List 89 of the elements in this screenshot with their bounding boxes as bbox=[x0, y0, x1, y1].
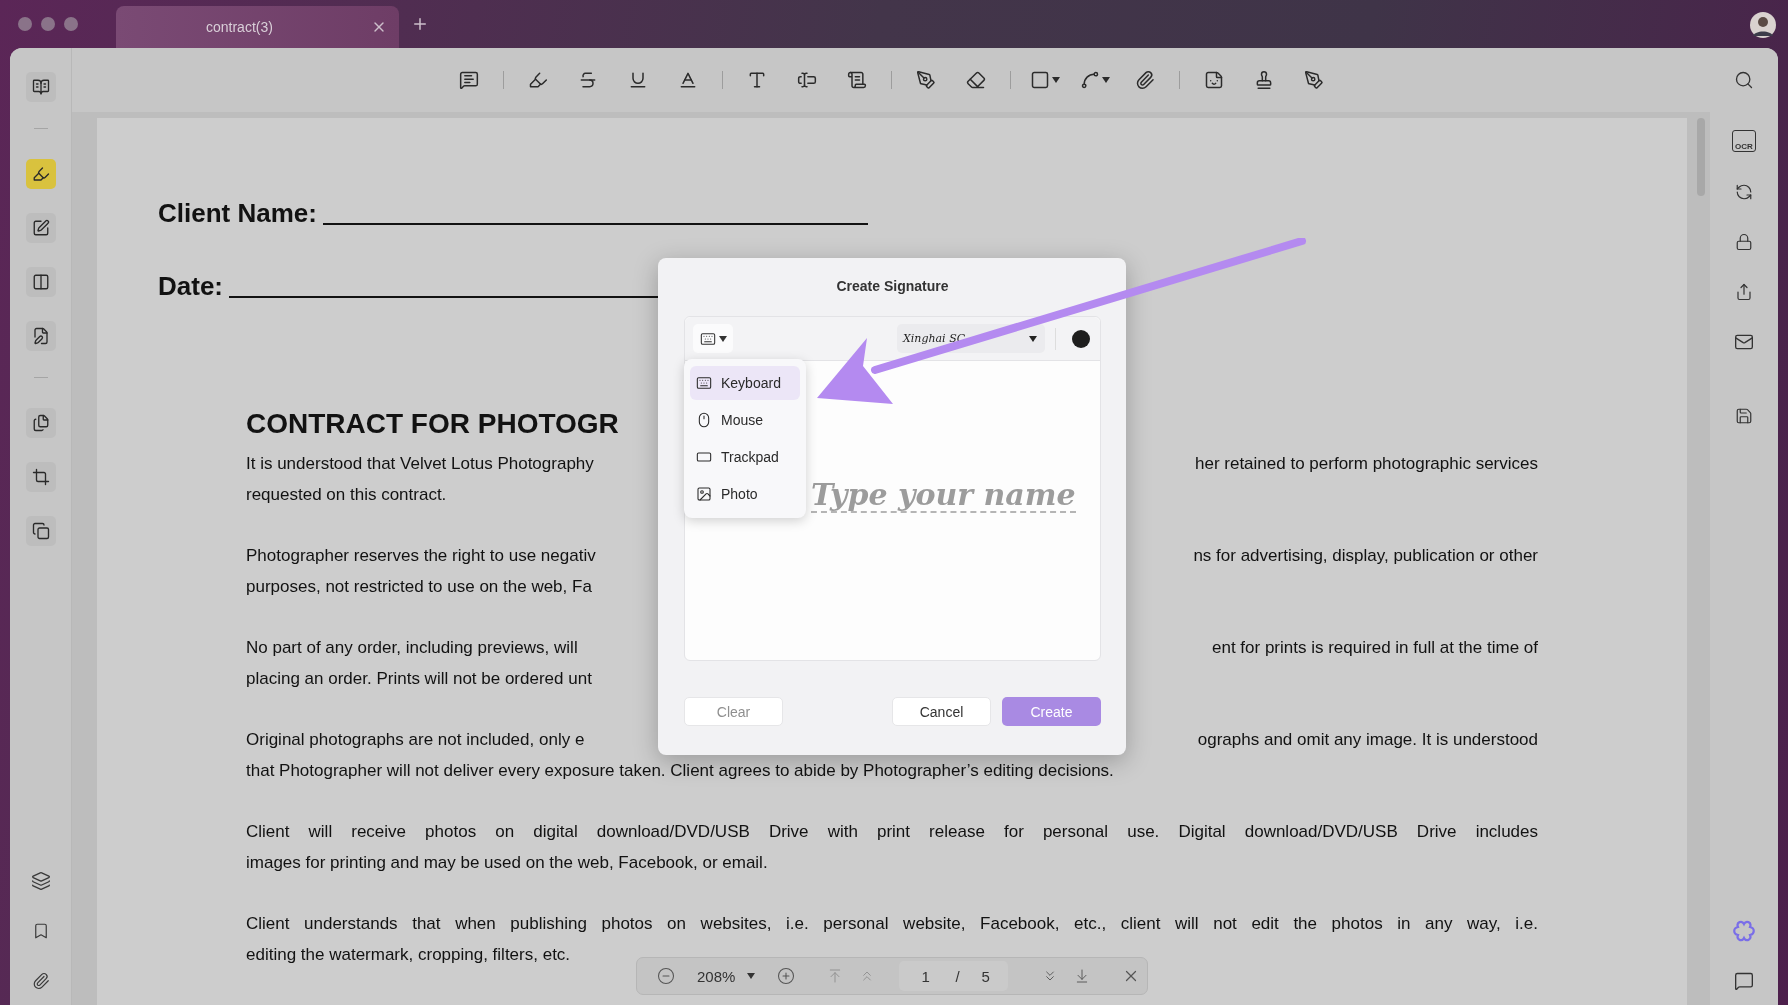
close-light[interactable] bbox=[18, 17, 32, 31]
input-mode-button[interactable] bbox=[693, 324, 733, 353]
crop-icon bbox=[31, 468, 50, 486]
columns-tool[interactable] bbox=[25, 267, 56, 297]
note-list-icon bbox=[846, 70, 867, 90]
paragraph-text: images for printing and may be used on the web, Facebook, or email. bbox=[246, 852, 768, 874]
clover-logo-icon bbox=[1733, 920, 1755, 942]
crop-tool[interactable] bbox=[25, 462, 56, 492]
sync-icon bbox=[1735, 183, 1753, 201]
sign-icon bbox=[31, 327, 50, 345]
dialog-title: Create Signature bbox=[835, 277, 950, 296]
save-icon bbox=[1735, 407, 1753, 425]
paragraph-text: It is understood that Velvet Lotus Photography bbox=[246, 453, 594, 475]
caret-icon bbox=[718, 335, 727, 342]
paragraph-text: ns for advertising, display, publication or other bbox=[1193, 545, 1538, 567]
layers-icon bbox=[30, 871, 51, 891]
columns-icon bbox=[31, 273, 50, 291]
eraser-icon bbox=[965, 70, 986, 90]
paragraph-text: ographs and omit any image. It is understood bbox=[1197, 729, 1538, 751]
paragraph-text: her retained to perform photographic services bbox=[1195, 453, 1538, 475]
zoom-out-icon bbox=[657, 967, 675, 985]
pen-nib-icon bbox=[1303, 70, 1324, 90]
path-icon bbox=[1079, 70, 1100, 90]
trackpad-icon bbox=[696, 449, 712, 465]
page-total: 5 bbox=[981, 967, 990, 985]
tab-title: contract(3) bbox=[206, 19, 273, 35]
page-number-field[interactable]: 1 bbox=[921, 967, 934, 985]
new-tab-button[interactable] bbox=[411, 15, 429, 33]
page-separator: / bbox=[955, 967, 960, 985]
sign-tool[interactable] bbox=[25, 321, 56, 351]
keyboard-icon bbox=[699, 330, 716, 347]
search-icon bbox=[1734, 70, 1754, 90]
highlighter-icon bbox=[527, 70, 548, 90]
reader-icon bbox=[31, 78, 50, 96]
pages-icon bbox=[31, 414, 50, 432]
caret-icon bbox=[1051, 77, 1060, 83]
sticker-icon bbox=[1203, 70, 1224, 90]
edit-icon bbox=[31, 219, 50, 237]
mail-icon bbox=[1734, 332, 1754, 352]
paragraph-text: ent for prints is required in full at the time of bbox=[1212, 637, 1538, 659]
lock-icon bbox=[1735, 233, 1753, 251]
paragraph-text: placing an order. Prints will not be ordered unt bbox=[246, 668, 592, 690]
menu-item[interactable]: Keyboard bbox=[690, 366, 800, 400]
highlighter-icon bbox=[31, 165, 50, 183]
caret-icon bbox=[1101, 77, 1110, 83]
paragraph-text: Original photographs are not included, only e bbox=[246, 729, 585, 751]
paperclip-icon bbox=[1134, 70, 1155, 90]
plus-icon bbox=[411, 15, 429, 33]
caret-icon bbox=[1029, 335, 1037, 342]
paragraph-text: No part of any order, including previews, will bbox=[246, 637, 578, 659]
reader-tool[interactable] bbox=[25, 72, 56, 102]
overlay-tool[interactable] bbox=[25, 516, 56, 546]
avatar-icon[interactable] bbox=[1750, 12, 1776, 38]
caret-icon bbox=[747, 973, 756, 979]
pen-icon bbox=[915, 70, 936, 90]
zoom-light[interactable] bbox=[64, 17, 78, 31]
text-box-icon bbox=[796, 70, 817, 90]
field-label: Client Name: bbox=[158, 198, 317, 229]
overlay-icon bbox=[31, 522, 50, 540]
ocr-button[interactable]: OCR bbox=[1732, 130, 1756, 152]
keyboard-icon bbox=[696, 375, 712, 391]
menu-item[interactable]: Photo bbox=[690, 477, 800, 511]
ink-color-swatch[interactable] bbox=[1072, 329, 1090, 348]
document-tab[interactable]: contract(3) bbox=[116, 6, 399, 48]
paragraph-text: requested on this contract. bbox=[246, 484, 447, 506]
zoom-select[interactable]: 208% bbox=[697, 967, 756, 985]
pages-tool[interactable] bbox=[25, 408, 56, 438]
comment-icon bbox=[1734, 971, 1754, 991]
field-label: Date: bbox=[158, 271, 223, 302]
minimize-light[interactable] bbox=[41, 17, 55, 31]
zoom-in-icon bbox=[777, 967, 796, 985]
menu-item[interactable]: Mouse bbox=[690, 403, 800, 437]
paragraph-text: Photographer reserves the right to use negativ bbox=[246, 545, 596, 567]
paperclip-icon bbox=[31, 972, 50, 990]
paragraph-text: Client will receive photos on digital download/DVD/USB Drive with print release for personal use. Digital download/DVD/USB Drive includes bbox=[246, 821, 1538, 843]
paragraph-text: editing the watermark, cropping, filters, etc. bbox=[246, 944, 571, 966]
paragraph-text: Client understands that when publishing photos on websites, i.e. personal website, Facebook, etc., client will not edit the photos in any way, i.e. bbox=[246, 913, 1538, 935]
comment-icon bbox=[458, 70, 479, 90]
mouse-icon bbox=[696, 412, 712, 428]
paragraph-text: purposes, not restricted to use on the web, Fa bbox=[246, 576, 592, 598]
paragraph-text: that Photographer will not deliver every exposure taken. Client agrees to abide by Photographer’s editing decisions. bbox=[246, 760, 1114, 782]
menu-item[interactable]: Trackpad bbox=[690, 440, 800, 474]
share-icon bbox=[1735, 283, 1753, 301]
contract-heading: CONTRACT FOR PHOTOGR bbox=[246, 408, 620, 440]
cancel-button[interactable]: Cancel bbox=[892, 697, 991, 726]
highlighter-tool[interactable] bbox=[25, 159, 56, 189]
square-icon bbox=[1029, 70, 1050, 90]
edit-tool[interactable] bbox=[25, 213, 56, 243]
photo-icon bbox=[696, 486, 712, 502]
